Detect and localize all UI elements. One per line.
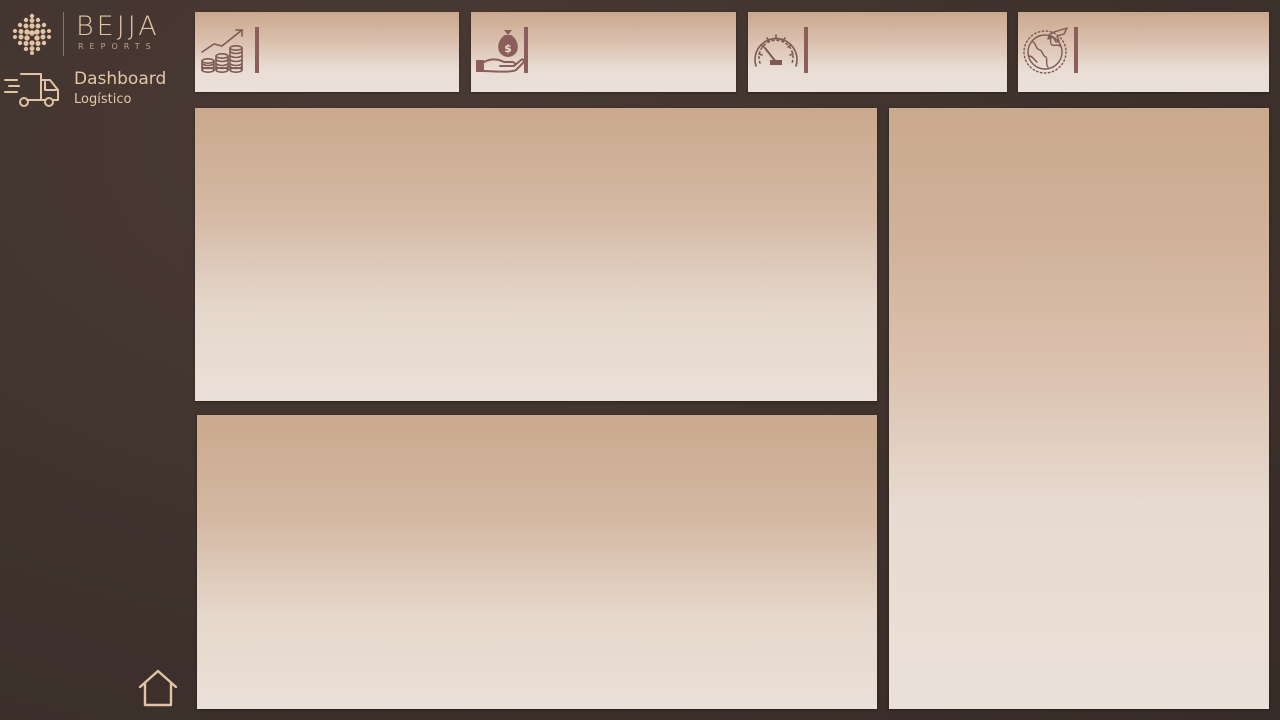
kpi-divider: [804, 27, 808, 73]
globe-plane-icon: [1023, 27, 1068, 74]
dashboard-subtitle: Logístico: [74, 92, 132, 107]
growth-coins-icon: [201, 29, 243, 73]
kpi-divider: [255, 27, 259, 73]
chart-panel-right: [889, 108, 1269, 709]
kpi-card-global: [1018, 12, 1269, 92]
delivery-truck-icon: [4, 73, 59, 107]
chart-panel-bottom: [197, 415, 877, 709]
brand-logo: BEJJA REPORTS: [8, 10, 178, 58]
brand-name: BEJJA: [76, 11, 160, 42]
kpi-card-revenue: $: [471, 12, 736, 92]
kpi-divider: [1074, 27, 1078, 73]
brand-subtitle: REPORTS: [78, 42, 157, 51]
svg-text:$: $: [504, 42, 512, 55]
chart-panel-top: [195, 108, 877, 401]
logo-divider: [63, 12, 64, 56]
kpi-card-performance: [748, 12, 1007, 92]
home-icon[interactable]: [137, 668, 179, 708]
money-bag-hand-icon: $: [476, 30, 524, 73]
dashboard-title: Dashboard: [74, 69, 167, 89]
bejja-logo-icon: [13, 13, 51, 55]
kpi-divider: [524, 27, 528, 73]
speedometer-icon: [754, 34, 798, 67]
kpi-card-growth: [195, 12, 459, 92]
